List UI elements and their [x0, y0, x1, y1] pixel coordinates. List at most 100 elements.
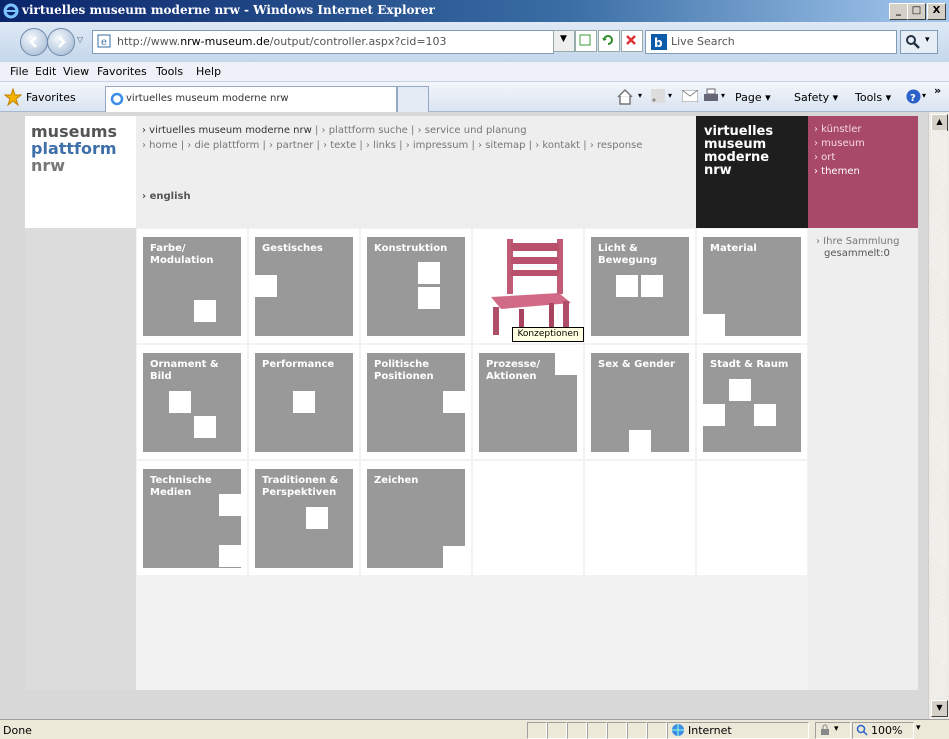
- tile-cell: Traditionen & Perspektiven: [249, 461, 359, 575]
- help-icon[interactable]: ?: [906, 89, 921, 104]
- close-button[interactable]: X: [927, 3, 946, 20]
- feeds-dropdown-icon[interactable]: ▾: [668, 91, 672, 100]
- museums-plattform-logo[interactable]: museums plattform nrw: [25, 116, 136, 228]
- tile-material[interactable]: Material: [703, 237, 801, 336]
- home-dropdown-icon[interactable]: ▾: [638, 91, 642, 100]
- tile-konzeptionen[interactable]: [479, 237, 577, 336]
- tile-performance[interactable]: Performance: [255, 353, 353, 452]
- tile-prozesse-aktionen[interactable]: Prozesse/Aktionen: [479, 353, 577, 452]
- tile-zeichen[interactable]: Zeichen: [367, 469, 465, 568]
- tile-label: Stadt & Raum: [710, 359, 788, 371]
- home-icon[interactable]: [616, 88, 634, 106]
- menu-edit[interactable]: Edit: [35, 65, 56, 78]
- protected-mode-pane[interactable]: ▾: [815, 722, 851, 739]
- feeds-icon[interactable]: [651, 89, 665, 103]
- scroll-down-button[interactable]: ▼: [931, 700, 948, 717]
- toolbar-overflow-chevron[interactable]: »: [934, 84, 941, 97]
- tile-ornament-bild[interactable]: Ornament & Bild: [143, 353, 241, 452]
- tile-label: Ornament & Bild: [150, 359, 219, 383]
- menu-tools[interactable]: Tools: [156, 65, 183, 78]
- safety-menu[interactable]: Safety ▾: [794, 91, 838, 104]
- address-bar-row: ▽ e http://www.nrw-museum.de/output/cont…: [0, 22, 949, 62]
- site-navigation: › virtuelles museum moderne nrw | › plat…: [136, 116, 696, 228]
- nav-home[interactable]: › home: [142, 140, 178, 151]
- nav-plattform-suche[interactable]: › plattform suche: [322, 125, 408, 136]
- star-icon: [4, 88, 22, 106]
- nav-service-planung[interactable]: › service und planung: [418, 125, 527, 136]
- status-pane: [587, 722, 607, 739]
- tile-konstruktion[interactable]: Konstruktion: [367, 237, 465, 336]
- sidenav-ort[interactable]: › ort: [814, 152, 835, 163]
- tile-cell: Technische Medien: [137, 461, 247, 575]
- print-icon[interactable]: [702, 88, 720, 104]
- back-button[interactable]: [20, 28, 48, 56]
- menu-view[interactable]: View: [63, 65, 89, 78]
- menu-help[interactable]: Help: [196, 65, 221, 78]
- nav-response[interactable]: › response: [590, 140, 643, 151]
- stop-button[interactable]: [621, 30, 643, 52]
- tile-traditionen-perspektiven[interactable]: Traditionen & Perspektiven: [255, 469, 353, 568]
- sidenav-museum[interactable]: › museum: [814, 138, 865, 149]
- tile-label-line: Positionen: [374, 371, 434, 382]
- brand-title: virtuelles museum moderne nrw: [704, 125, 773, 177]
- mail-icon[interactable]: [682, 90, 698, 102]
- sidenav-themen[interactable]: › themen: [814, 166, 860, 177]
- zone-pane[interactable]: Internet: [667, 722, 809, 739]
- tile-label: Licht & Bewegung: [598, 243, 657, 267]
- nav-kontakt[interactable]: › kontakt: [535, 140, 580, 151]
- tile-label: Technische Medien: [150, 475, 212, 499]
- nav-impressum[interactable]: › impressum: [406, 140, 469, 151]
- menu-favorites[interactable]: Favorites: [97, 65, 147, 78]
- tile-label-line: Konstruktion: [374, 243, 448, 254]
- english-link[interactable]: › english: [142, 191, 191, 202]
- page-menu[interactable]: Page ▾: [735, 91, 771, 104]
- nav-links[interactable]: › links: [366, 140, 396, 151]
- refresh-button[interactable]: [598, 30, 620, 52]
- tile-sex-gender[interactable]: Sex & Gender: [591, 353, 689, 452]
- history-dropdown-icon[interactable]: ▽: [77, 35, 83, 44]
- tile-farbe-modulation[interactable]: Farbe/Modulation: [143, 237, 241, 336]
- scroll-up-button[interactable]: ▲: [931, 114, 948, 131]
- help-dropdown-icon[interactable]: ▾: [922, 91, 926, 100]
- forward-button[interactable]: [47, 28, 75, 56]
- nav-texte[interactable]: › texte: [323, 140, 356, 151]
- tile-label-line: Ornament &: [150, 359, 219, 370]
- tile-stadt-raum[interactable]: Stadt & Raum: [703, 353, 801, 452]
- nav-sitemap[interactable]: › sitemap: [478, 140, 525, 151]
- zoom-control[interactable]: 100%: [852, 722, 914, 739]
- tile-cell: Gestisches: [249, 229, 359, 343]
- search-input[interactable]: b Live Search: [645, 30, 897, 54]
- tile-cell: Konstruktion: [361, 229, 471, 343]
- print-dropdown-icon[interactable]: ▾: [721, 91, 725, 100]
- minimize-button[interactable]: _: [889, 3, 908, 20]
- search-dropdown-icon: ▾: [925, 35, 930, 45]
- browser-tab[interactable]: virtuelles museum moderne nrw: [105, 86, 397, 112]
- favorites-button[interactable]: Favorites: [26, 91, 76, 104]
- tile-label: Konstruktion: [374, 243, 447, 255]
- tile-politische-positionen[interactable]: Politische Positionen: [367, 353, 465, 452]
- compatibility-button[interactable]: [575, 30, 597, 52]
- nav-partner[interactable]: › partner: [269, 140, 313, 151]
- globe-icon: [672, 724, 684, 736]
- tools-menu[interactable]: Tools ▾: [855, 91, 891, 104]
- nav-die-plattform[interactable]: › die plattform: [187, 140, 259, 151]
- sidenav-kuenstler[interactable]: › künstler: [814, 124, 862, 135]
- tile-label-line: Gestisches: [262, 243, 323, 254]
- search-button[interactable]: ▾: [900, 30, 938, 54]
- logo-line-2: plattform: [31, 139, 117, 158]
- tile-technische-medien[interactable]: Technische Medien: [143, 469, 241, 568]
- nav-virtuelles-museum[interactable]: › virtuelles museum moderne nrw: [142, 125, 312, 136]
- arrow-left-icon: [29, 36, 37, 48]
- tile-label-line: Perspektiven: [262, 487, 337, 498]
- address-field[interactable]: e http://www.nrw-museum.de/output/contro…: [92, 30, 554, 54]
- menu-file[interactable]: File: [10, 65, 28, 78]
- maximize-button[interactable]: □: [907, 3, 926, 20]
- tile-gestisches[interactable]: Gestisches: [255, 237, 353, 336]
- tile-licht-bewegung[interactable]: Licht & Bewegung: [591, 237, 689, 336]
- vertical-scrollbar[interactable]: ▲ ▼: [928, 112, 949, 719]
- zoom-dropdown-icon[interactable]: ▾: [916, 723, 921, 733]
- collection-link[interactable]: › Ihre Sammlung: [816, 236, 899, 248]
- scroll-track[interactable]: [931, 130, 947, 698]
- address-dropdown-button[interactable]: ▼: [553, 30, 575, 52]
- new-tab-button[interactable]: [397, 86, 429, 112]
